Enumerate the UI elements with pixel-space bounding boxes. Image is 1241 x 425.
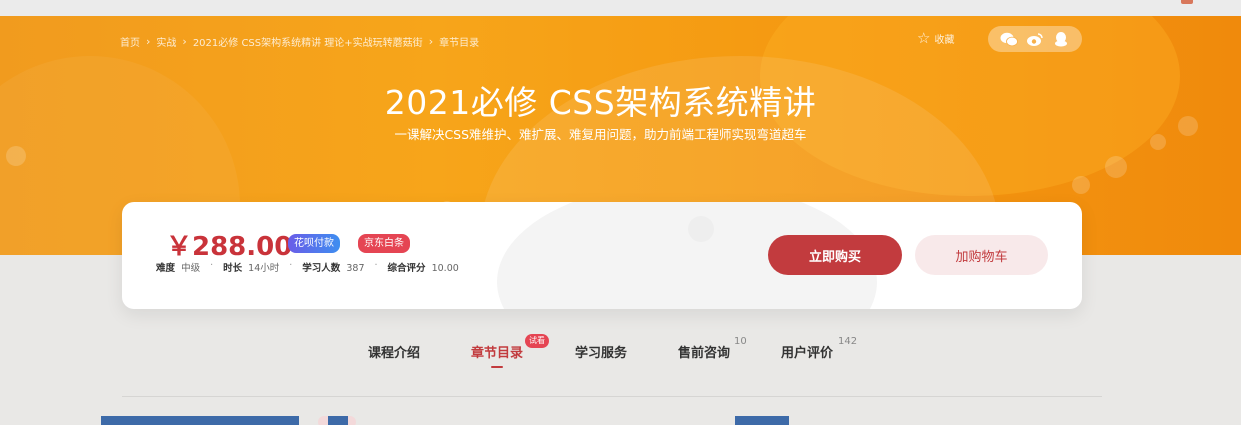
chapter-title-selected[interactable] [101, 416, 299, 425]
tab-label: 售前咨询 [678, 346, 731, 361]
star-icon: ☆ [917, 29, 931, 47]
jd-baitiao-badge[interactable]: 京东白条 [358, 234, 410, 253]
favorite-button[interactable]: ☆ 收藏 [917, 29, 955, 47]
tab-label: 课程介绍 [368, 346, 421, 361]
duration-value: 14小时 [248, 263, 280, 274]
review-count: 142 [838, 336, 858, 347]
breadcrumb-current: 章节目录 [439, 38, 480, 49]
tab-presale-consult[interactable]: 售前咨询 10 [678, 336, 747, 361]
qq-icon[interactable] [1052, 31, 1070, 47]
breadcrumb-home[interactable]: 首页 [120, 34, 140, 49]
active-tab-indicator [491, 366, 503, 368]
tab-label: 学习服务 [575, 346, 628, 361]
students-value: 387 [346, 263, 365, 274]
add-to-cart-button[interactable]: 加购物车 [915, 235, 1048, 275]
chevron-right-icon: › [428, 35, 434, 48]
tab-learning-service[interactable]: 学习服务 [575, 342, 627, 361]
tabs-divider [122, 396, 1102, 397]
hero-bubble [1105, 156, 1127, 178]
separator-dot: · [374, 260, 378, 271]
trial-badge: 试看 [525, 334, 549, 348]
top-strip [0, 0, 1241, 16]
chevron-right-icon: › [182, 35, 187, 48]
course-title: 2021必修 CSS架构系统精讲 [384, 83, 817, 122]
card-decoration [688, 216, 714, 242]
breadcrumb: 首页 › 实战 › 2021必修 CSS架构系统精讲 理论+实战玩转蘑菇街 › … [120, 34, 479, 49]
separator-dot: · [289, 260, 293, 271]
wechat-icon[interactable] [1000, 31, 1018, 47]
difficulty-value: 中级 [181, 263, 201, 274]
meta-label: 难度 [156, 263, 176, 274]
course-tabs: 课程介绍 章节目录 试看 学习服务 售前咨询 10 用户评价 142 [0, 334, 1241, 376]
chevron-right-icon: › [146, 35, 151, 48]
breadcrumb-course[interactable]: 2021必修 CSS架构系统精讲 理论+实战玩转蘑菇街 [193, 34, 423, 49]
consult-count: 10 [734, 336, 747, 347]
weibo-icon[interactable] [1026, 31, 1044, 47]
tab-label: 章节目录 [471, 346, 524, 361]
tab-label: 用户评价 [781, 346, 834, 361]
hero-bubble [6, 146, 26, 166]
huabei-payment-badge[interactable]: 花呗付款 [288, 234, 340, 253]
separator-dot: · [210, 260, 214, 271]
tab-user-reviews[interactable]: 用户评价 142 [781, 336, 857, 361]
course-subtitle: 一课解决CSS难维护、难扩展、难复用问题，助力前端工程师实现弯道超车 [394, 127, 807, 142]
tab-chapters[interactable]: 章节目录 试看 [471, 334, 549, 368]
breadcrumb-category[interactable]: 实战 [156, 34, 176, 49]
share-bar [988, 26, 1082, 52]
top-indicator [1181, 0, 1193, 4]
favorite-label: 收藏 [934, 35, 955, 46]
purchase-card: ￥288.00 花呗付款 京东白条 难度 中级 · 时长 14小时 · 学习人数… [122, 202, 1082, 309]
meta-label: 学习人数 [302, 263, 341, 274]
tab-course-intro[interactable]: 课程介绍 [368, 342, 420, 361]
hero-bubble [1072, 176, 1090, 194]
course-price: ￥288.00 [166, 232, 293, 262]
meta-label: 时长 [223, 263, 243, 274]
course-meta: 难度 中级 · 时长 14小时 · 学习人数 387 · 综合评分 10.00 [156, 260, 459, 274]
meta-label: 综合评分 [387, 263, 426, 274]
buy-now-button[interactable]: 立即购买 [768, 235, 902, 275]
chapter-duration-selected [735, 416, 789, 425]
chapter-action-selection [328, 416, 348, 425]
rating-value: 10.00 [431, 263, 459, 274]
